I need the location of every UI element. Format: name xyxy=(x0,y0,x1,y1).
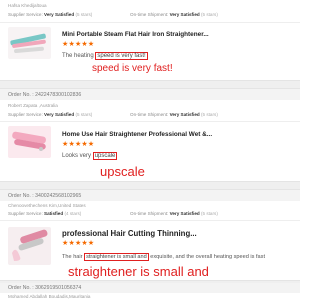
annotation-caption: speed is very fast! xyxy=(92,63,173,74)
rating-stars: ★★★★★ xyxy=(62,41,95,48)
product-title[interactable]: Home Use Hair Straightener Professional … xyxy=(62,131,212,138)
divider xyxy=(0,121,300,122)
shipment-rating: On-time Shipment: Very Satisfied (5 star… xyxy=(130,210,218,218)
shipment-stars: (5 stars) xyxy=(201,211,218,216)
rating-line: Supplier Service: Very Satisfied (5 star… xyxy=(0,11,300,19)
supplier-service-value: Very Satisfied xyxy=(44,12,75,17)
hair-straightener-image xyxy=(12,131,46,151)
supplier-service-label: Supplier Service: xyxy=(8,112,43,117)
product-thumbnail[interactable] xyxy=(8,126,51,158)
supplier-service-label: Supplier Service: xyxy=(8,12,43,17)
shipment-value: Very Satisfied xyxy=(169,12,200,17)
rating-line: Supplier Service: Satisfied (4 stars) On… xyxy=(0,210,300,218)
buyer-name: Robert Zapata ,Australia xyxy=(8,103,58,108)
buyer-name: Chenoovethechens Kim,United States xyxy=(8,203,86,208)
review-highlight: upscale xyxy=(92,152,118,160)
order-number: Order No. : 3062919501056374 xyxy=(0,283,300,293)
hair-iron-image xyxy=(10,33,46,54)
product-thumbnail[interactable] xyxy=(8,227,51,265)
shipment-value: Very Satisfied xyxy=(169,211,200,216)
rating-line: Supplier Service: Very Satisfied (5 star… xyxy=(0,111,300,119)
review-text-start: The heating xyxy=(62,53,96,59)
supplier-service-stars: (5 stars) xyxy=(75,112,93,117)
supplier-service-stars: (5 stars) xyxy=(75,12,93,17)
product-title[interactable]: professional Hair Cutting Thinning... xyxy=(62,229,197,238)
supplier-service-value: Satisfied xyxy=(44,211,64,216)
divider xyxy=(0,220,300,221)
order-number: Order No. : 3400242568102965 xyxy=(0,190,300,201)
review-text: Looks very upscale xyxy=(62,152,118,160)
review-text-start: Looks very xyxy=(62,153,93,159)
shipment-label: On-time Shipment: xyxy=(130,12,169,17)
review-highlight: straightener is small and xyxy=(84,253,149,261)
shipment-rating: On-time Shipment: Very Satisfied (5 star… xyxy=(130,11,218,19)
hair-cutting-tool-image xyxy=(12,229,48,261)
review-text: The hair straightener is small and exqui… xyxy=(62,253,266,261)
shipment-label: On-time Shipment: xyxy=(130,211,169,216)
annotation-caption: upscale xyxy=(100,164,145,179)
shipment-label: On-time Shipment: xyxy=(130,112,169,117)
section-separator xyxy=(0,181,300,190)
product-title[interactable]: Mini Portable Steam Flat Hair Iron Strai… xyxy=(62,31,209,38)
review-highlight: speed is very fast! xyxy=(95,52,148,60)
supplier-service-value: Very Satisfied xyxy=(44,112,75,117)
annotation-caption: straightener is small and xyxy=(68,264,209,279)
product-thumbnail[interactable] xyxy=(8,27,51,59)
shipment-stars: (5 stars) xyxy=(201,112,218,117)
order-number: Order No. : 2422478300102836 xyxy=(0,89,300,100)
buyer-name: Hafsa Khedijaltoua xyxy=(8,3,47,8)
divider xyxy=(0,22,300,23)
shipment-stars: (5 stars) xyxy=(201,12,218,17)
rating-stars: ★★★★★ xyxy=(62,141,95,148)
shipment-rating: On-time Shipment: Very Satisfied (5 star… xyxy=(130,111,218,119)
review-text-start: The hair xyxy=(62,254,85,260)
buyer-name: Mohamed Abdallah Boudadis,Mauritania xyxy=(8,294,91,299)
section-separator xyxy=(0,80,300,89)
supplier-service-label: Supplier Service: xyxy=(8,211,43,216)
shipment-value: Very Satisfied xyxy=(169,112,200,117)
review-text: The heating speed is very fast! xyxy=(62,52,148,60)
review-text-end: exquisite, and the overall heating speed… xyxy=(148,254,266,260)
rating-stars: ★★★★★ xyxy=(62,240,95,247)
supplier-service-stars: (4 stars) xyxy=(64,211,82,216)
